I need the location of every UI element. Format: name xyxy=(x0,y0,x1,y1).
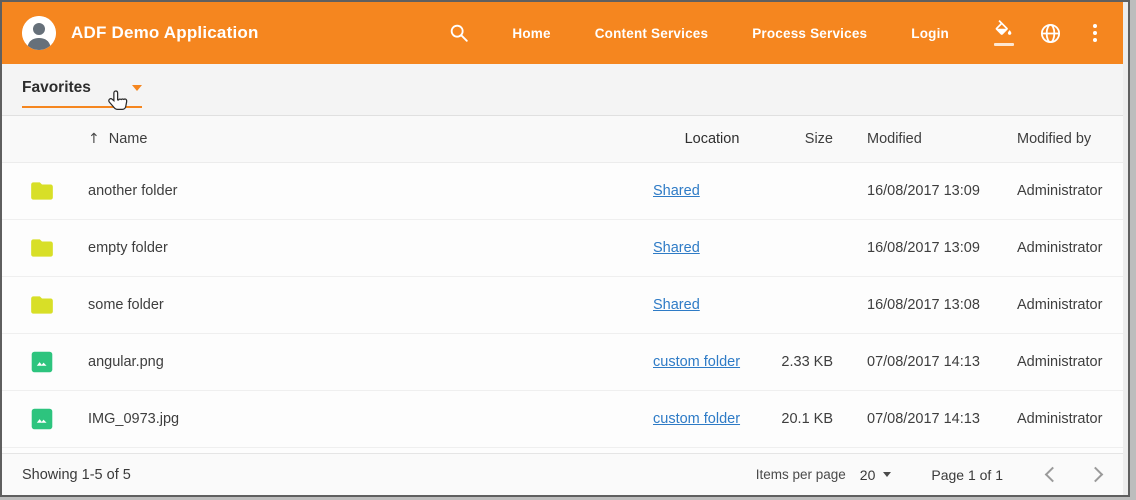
row-icon-cell xyxy=(2,406,88,432)
row-size: 20.1 KB xyxy=(771,411,833,427)
language-button[interactable] xyxy=(1039,22,1062,45)
location-link[interactable]: Shared xyxy=(653,183,700,199)
theme-color-button[interactable] xyxy=(993,20,1014,46)
dropdown-caret-icon xyxy=(132,85,142,91)
column-header-name[interactable]: ↑ Name xyxy=(88,131,653,147)
row-icon-cell xyxy=(2,235,88,261)
row-location-cell: Shared xyxy=(653,297,771,313)
folder-icon xyxy=(29,178,55,204)
items-per-page-select[interactable]: 20 xyxy=(860,467,892,483)
app-window: ADF Demo Application Home Content Servic… xyxy=(0,0,1130,497)
theme-underline xyxy=(994,43,1014,46)
kebab-menu-icon xyxy=(1093,24,1097,28)
search-button[interactable] xyxy=(448,22,470,44)
view-toolbar: Favorites xyxy=(2,64,1123,116)
select-caret-icon xyxy=(883,472,891,477)
showing-range-label: Showing 1-5 of 5 xyxy=(22,467,131,483)
column-header-size[interactable]: Size xyxy=(771,131,833,147)
row-modified-by: Administrator xyxy=(1017,183,1123,199)
table-row[interactable]: angular.png custom folder 2.33 KB 07/08/… xyxy=(2,334,1123,391)
globe-icon xyxy=(1039,22,1062,45)
page-status-label: Page 1 of 1 xyxy=(931,467,1003,483)
next-page-button[interactable] xyxy=(1088,467,1104,483)
document-list: ↑ Name Location Size Modified Modified b… xyxy=(2,116,1123,453)
row-name: angular.png xyxy=(88,354,653,370)
location-link[interactable]: custom folder xyxy=(653,411,740,427)
row-modified: 07/08/2017 14:13 xyxy=(867,411,1017,427)
nav-content-services[interactable]: Content Services xyxy=(595,26,709,41)
column-header-modified[interactable]: Modified xyxy=(867,131,1017,147)
row-icon-cell xyxy=(2,292,88,318)
items-per-page-label: Items per page xyxy=(756,467,846,482)
row-name: empty folder xyxy=(88,240,653,256)
location-link[interactable]: custom folder xyxy=(653,354,740,370)
image-icon xyxy=(29,349,55,375)
table-body: another folder Shared 16/08/2017 13:09 A… xyxy=(2,163,1123,448)
table-row[interactable]: empty folder Shared 16/08/2017 13:09 Adm… xyxy=(2,220,1123,277)
person-icon xyxy=(22,16,56,50)
table-row[interactable]: IMG_0973.jpg custom folder 20.1 KB 07/08… xyxy=(2,391,1123,448)
row-modified: 16/08/2017 13:08 xyxy=(867,297,1017,313)
row-icon-cell xyxy=(2,178,88,204)
image-icon xyxy=(29,406,55,432)
view-selector-label: Favorites xyxy=(22,79,91,97)
sort-ascending-icon: ↑ xyxy=(88,131,100,147)
row-location-cell: Shared xyxy=(653,240,771,256)
location-link[interactable]: Shared xyxy=(653,297,700,313)
nav-process-services[interactable]: Process Services xyxy=(752,26,867,41)
app-header: ADF Demo Application Home Content Servic… xyxy=(2,2,1123,64)
user-avatar[interactable] xyxy=(22,16,56,50)
table-row[interactable]: some folder Shared 16/08/2017 13:08 Admi… xyxy=(2,277,1123,334)
items-per-page-value: 20 xyxy=(860,467,876,483)
row-location-cell: custom folder xyxy=(653,354,771,370)
more-options-button[interactable] xyxy=(1087,22,1103,44)
kebab-dot xyxy=(1093,31,1097,35)
column-header-name-label: Name xyxy=(109,131,148,147)
app-title: ADF Demo Application xyxy=(71,23,259,43)
folder-icon xyxy=(29,292,55,318)
nav-login[interactable]: Login xyxy=(911,26,949,41)
adf-app: ADF Demo Application Home Content Servic… xyxy=(2,2,1123,495)
column-header-location[interactable]: Location xyxy=(653,131,771,147)
row-icon-cell xyxy=(2,349,88,375)
location-link[interactable]: Shared xyxy=(653,240,700,256)
previous-page-button[interactable] xyxy=(1045,467,1061,483)
row-size: 2.33 KB xyxy=(771,354,833,370)
row-modified-by: Administrator xyxy=(1017,297,1123,313)
pagination-bar: Showing 1-5 of 5 Items per page 20 Page … xyxy=(2,453,1123,495)
row-modified: 07/08/2017 14:13 xyxy=(867,354,1017,370)
row-name: some folder xyxy=(88,297,653,313)
nav-home[interactable]: Home xyxy=(512,26,550,41)
view-selector-dropdown[interactable]: Favorites xyxy=(22,71,142,108)
pager-controls: Items per page 20 Page 1 of 1 xyxy=(756,467,1101,483)
row-modified-by: Administrator xyxy=(1017,411,1123,427)
row-location-cell: custom folder xyxy=(653,411,771,427)
search-icon xyxy=(448,22,470,44)
row-modified: 16/08/2017 13:09 xyxy=(867,240,1017,256)
row-location-cell: Shared xyxy=(653,183,771,199)
table-row[interactable]: another folder Shared 16/08/2017 13:09 A… xyxy=(2,163,1123,220)
header-icon-group xyxy=(993,20,1103,46)
row-modified: 16/08/2017 13:09 xyxy=(867,183,1017,199)
kebab-dot xyxy=(1093,38,1097,42)
row-name: another folder xyxy=(88,183,653,199)
main-nav: Home Content Services Process Services L… xyxy=(512,26,949,41)
folder-icon xyxy=(29,235,55,261)
table-header-row: ↑ Name Location Size Modified Modified b… xyxy=(2,116,1123,163)
column-header-modified-by[interactable]: Modified by xyxy=(1017,131,1123,147)
row-modified-by: Administrator xyxy=(1017,240,1123,256)
row-modified-by: Administrator xyxy=(1017,354,1123,370)
row-name: IMG_0973.jpg xyxy=(88,411,653,427)
paint-bucket-icon xyxy=(993,20,1014,41)
